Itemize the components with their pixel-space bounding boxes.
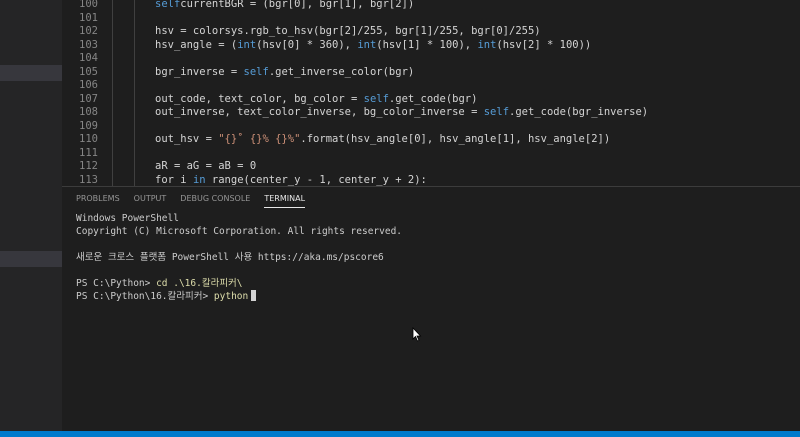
keyword-token: self	[363, 92, 389, 105]
code-token: .format(hsv_angle[0], hsv_angle[1], hsv_…	[300, 133, 611, 145]
code-token: .get_code(bgr_inverse)	[509, 106, 649, 118]
code-token: out_hsv =	[155, 133, 219, 145]
keyword-token: int	[477, 38, 497, 51]
sidebar-selected-item[interactable]	[0, 251, 62, 267]
code-token: .get_inverse_color(bgr)	[268, 65, 415, 78]
line-number: 109	[79, 119, 98, 132]
keyword-token: int	[357, 38, 377, 51]
code-token: (hsv[0] * 360),	[256, 38, 358, 51]
code-text: selfcurrentBGR = (bgr[0], bgr[1], bgr[2]…	[155, 0, 414, 12]
code-token: out_inverse, text_color_inverse, bg_colo…	[155, 106, 484, 118]
line-number: 102	[79, 25, 98, 37]
code-text: for i in range(center_y - 1, center_y + …	[155, 174, 427, 187]
code-line: 106	[62, 79, 800, 93]
code-line: 103 hsv_angle = (int(hsv[0] * 360), int(h…	[62, 39, 800, 53]
terminal-output[interactable]: Windows PowerShell Copyright (C) Microsof…	[76, 212, 402, 303]
code-line: 101	[62, 12, 800, 26]
code-line: 111	[62, 147, 800, 161]
code-line: 109	[62, 120, 800, 134]
mouse-pointer-icon	[412, 327, 422, 342]
line-number: 106	[79, 79, 98, 91]
code-text: out_inverse, text_color_inverse, bg_colo…	[155, 106, 648, 120]
code-token: bgr_inverse =	[155, 65, 244, 78]
code-editor[interactable]: 100 selfcurrentBGR = (bgr[0], bgr[1], bgr…	[62, 0, 800, 186]
tab-output[interactable]: OUTPUT	[134, 194, 167, 208]
sidebar-selected-item[interactable]	[0, 65, 62, 81]
code-line: 108 out_inverse, text_color_inverse, bg_c…	[62, 106, 800, 120]
code-line: 107 out_code, text_color, bg_color = self…	[62, 93, 800, 107]
terminal-cursor	[251, 290, 257, 301]
prompt: PS C:\Python\16.칼라피커>	[76, 291, 214, 302]
line-number: 105	[79, 65, 98, 78]
code-text: hsv_angle = (int(hsv[0] * 360), int(hsv[…	[155, 39, 591, 53]
code-line: 100 selfcurrentBGR = (bgr[0], bgr[1], bgr…	[62, 0, 800, 12]
string-token: "{}˚ {}% {}%"	[218, 133, 301, 145]
explorer-sidebar	[0, 0, 62, 431]
tab-problems[interactable]: PROBLEMS	[76, 194, 120, 208]
tab-debug-console[interactable]: DEBUG CONSOLE	[180, 194, 250, 208]
prompt: PS C:\Python>	[76, 278, 157, 289]
code-line: 112 aR = aG = aB = 0	[62, 160, 800, 174]
terminal-line: Copyright (C) Microsoft Corporation. All…	[76, 226, 403, 237]
command: cd .\16.칼라피커\	[156, 278, 243, 289]
line-number: 100	[79, 0, 98, 10]
code-token: out_code, text_color, bg_color =	[155, 92, 364, 105]
line-number: 113	[79, 173, 98, 186]
keyword-token: int	[237, 38, 257, 51]
terminal-line: 새로운 크로스 플랫폼 PowerShell 사용 https://aka.ms…	[76, 252, 384, 263]
terminal-line: PS C:\Python> cd .\16.칼라피커\	[76, 277, 402, 290]
terminal-line: PS C:\Python\16.칼라피커> python	[76, 290, 402, 303]
terminal-line: Windows PowerShell	[76, 213, 179, 224]
line-number: 107	[79, 92, 98, 105]
keyword-token: self	[155, 0, 181, 10]
keyword-token: self	[483, 106, 510, 118]
code-line: 104	[62, 52, 800, 66]
code-text: out_code, text_color, bg_color = self.ge…	[155, 93, 477, 107]
line-number: 104	[79, 52, 98, 64]
keyword-token: self	[243, 65, 269, 78]
code-line: 110 out_hsv = "{}˚ {}% {}%".format(hsv_an…	[62, 133, 800, 147]
code-token: currentBGR = (bgr[0], bgr[1], bgr[2])	[180, 0, 415, 10]
code-token: (hsv[2] * 100))	[496, 38, 592, 51]
code-line: 113 for i in range(center_y - 1, center_y…	[62, 174, 800, 187]
bottom-panel: PROBLEMS OUTPUT DEBUG CONSOLE TERMINAL W…	[62, 186, 800, 431]
code-token: hsv_angle = (	[155, 38, 238, 51]
line-number: 110	[79, 133, 98, 145]
line-number: 112	[79, 160, 98, 172]
code-line: 102 hsv = colorsys.rgb_to_hsv(bgr[2]/255,…	[62, 25, 800, 39]
line-number: 108	[79, 106, 98, 118]
line-number: 101	[79, 11, 98, 24]
panel-tabs: PROBLEMS OUTPUT DEBUG CONSOLE TERMINAL	[76, 194, 306, 208]
line-number: 103	[79, 38, 98, 51]
code-text: out_hsv = "{}˚ {}% {}%".format(hsv_angle…	[155, 133, 610, 147]
status-bar	[0, 431, 800, 437]
code-token: for i	[155, 173, 193, 186]
command: python	[213, 291, 249, 302]
code-text: hsv = colorsys.rgb_to_hsv(bgr[2]/255, bg…	[155, 25, 541, 39]
code-text: bgr_inverse = self.get_inverse_color(bgr…	[155, 66, 414, 80]
code-token: (hsv[1] * 100),	[376, 38, 478, 51]
code-text: aR = aG = aB = 0	[155, 160, 256, 174]
code-token: hsv = colorsys.rgb_to_hsv(bgr[2]/255, bg…	[155, 25, 541, 37]
keyword-token: in	[192, 173, 206, 186]
code-token: aR = aG = aB = 0	[155, 160, 257, 172]
code-line: 105 bgr_inverse = self.get_inverse_color(…	[62, 66, 800, 80]
code-token: .get_code(bgr)	[388, 92, 478, 105]
tab-terminal[interactable]: TERMINAL	[264, 194, 306, 208]
line-number: 111	[79, 146, 98, 159]
code-token: range(center_y - 1, center_y + 2):	[205, 173, 427, 186]
